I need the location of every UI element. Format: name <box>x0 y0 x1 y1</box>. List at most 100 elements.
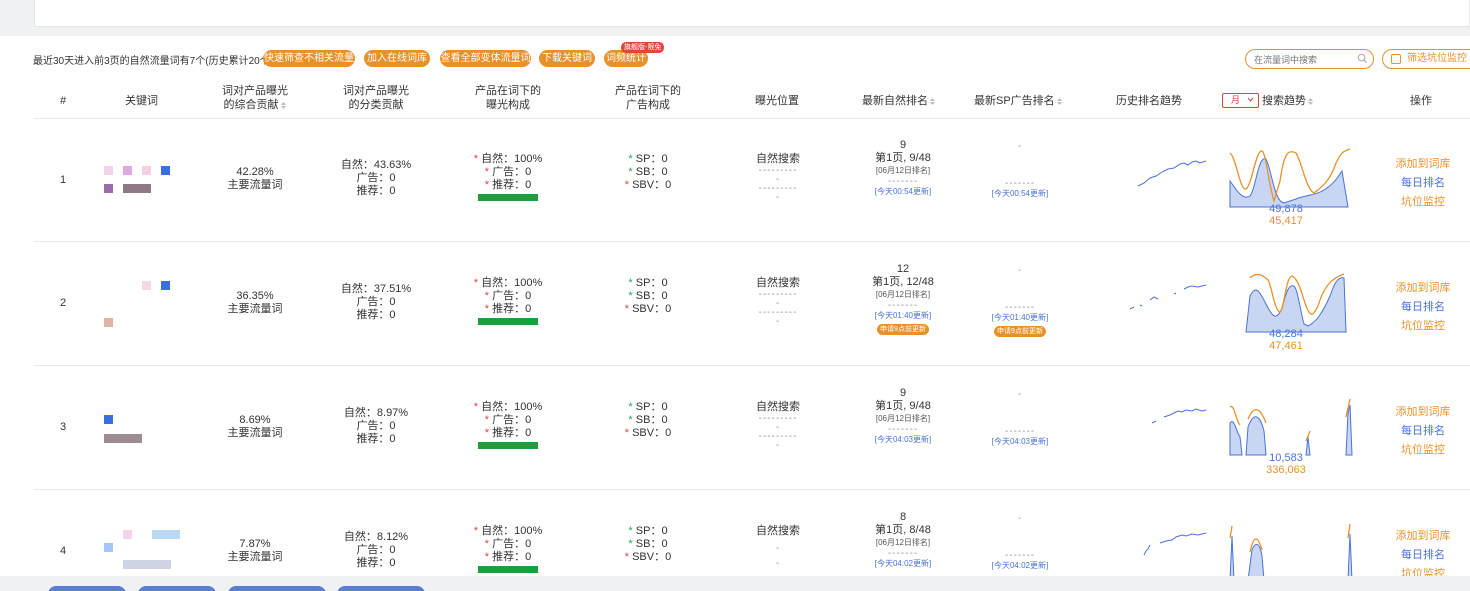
search-input[interactable] <box>1254 53 1354 66</box>
class-contrib: 自然：8.97% 广告：0 推荐：0 <box>326 407 426 446</box>
ad-sp: SP：0 <box>635 401 668 413</box>
view-variants-button[interactable]: 查看全部变体流量词 <box>440 50 531 67</box>
keyword-traffic-page: 最近30天进入前3页的自然流量词有7个(历史累计20个) 快速筛查不相关流量 加… <box>0 0 1470 591</box>
exp-natural: 自然：100% <box>481 401 543 413</box>
natural-rank: 9 第1页, 9/48 [06月12日排名] ------- [今天00:54更… <box>853 139 953 198</box>
add-library-button[interactable]: 加入在线词库 <box>364 50 430 67</box>
header-class-line2: 的分类贡献 <box>348 99 404 111</box>
period-select[interactable]: 月 <box>1222 93 1259 108</box>
add-to-library-link[interactable]: 添加到词库 <box>1390 155 1456 174</box>
exp-rec: 推荐：0 <box>492 427 532 439</box>
star-mark: * <box>624 427 630 439</box>
sp-rank: - ------- [今天04:03更新] <box>980 390 1060 448</box>
position-dash: - <box>775 316 781 327</box>
star-mark: * <box>628 538 633 550</box>
slot-monitor-link[interactable]: 坑位监控 <box>1390 193 1456 212</box>
exp-rec: 推荐：0 <box>492 179 532 191</box>
star-mark: * <box>484 414 490 426</box>
daily-rank-link[interactable]: 每日排名 <box>1390 546 1456 565</box>
trend-value-b: 47,461 <box>1269 340 1303 352</box>
blur-block <box>104 184 113 193</box>
keyword-thumbnail <box>100 164 170 208</box>
ad-sp: SP：0 <box>635 153 668 165</box>
bottom-action-button[interactable] <box>228 586 326 591</box>
header-trend-label: 搜索趋势 <box>1262 95 1306 107</box>
add-to-library-link[interactable]: 添加到词库 <box>1390 527 1456 546</box>
class-natural: 自然：43.63% <box>340 159 412 171</box>
rank-update: [今天04:03更新] <box>874 435 932 444</box>
exposure-position: 自然搜索 --------- - --------- - <box>738 153 818 203</box>
class-contrib: 自然：37.51% 广告：0 推荐：0 <box>326 283 426 322</box>
exp-ad: 广告：0 <box>492 290 532 302</box>
trend-values: 48,284 47,461 <box>1226 328 1346 352</box>
slot-monitor-link[interactable]: 坑位监控 <box>1390 317 1456 336</box>
star-mark: * <box>624 179 630 191</box>
period-value: 月 <box>1231 95 1241 105</box>
history-sparkline <box>1130 284 1207 310</box>
add-to-library-link[interactable]: 添加到词库 <box>1390 279 1456 298</box>
blur-block <box>104 415 113 424</box>
daily-rank-link[interactable]: 每日排名 <box>1390 174 1456 193</box>
exposure-position: 自然搜索 - - <box>738 525 818 569</box>
ad-sbv: SBV：0 <box>632 303 672 315</box>
rank-update: [今天01:40更新] <box>874 311 932 320</box>
exp-rec: 推荐：0 <box>492 303 532 315</box>
trend-value-b: 45,417 <box>1269 215 1303 227</box>
header-natural-rank[interactable]: 最新自然排名 <box>862 94 936 108</box>
ad-sb: SB：0 <box>635 538 668 550</box>
rank-dash: ------- <box>887 176 919 187</box>
class-contrib: 自然：8.12% 广告：0 推荐：0 <box>326 531 426 570</box>
header-total-line1: 词对产品曝光 <box>222 85 288 97</box>
add-to-library-link[interactable]: 添加到词库 <box>1390 403 1456 422</box>
bottom-action-button[interactable] <box>48 586 126 591</box>
header-search-trend[interactable]: 搜索趋势 <box>1262 94 1314 108</box>
star-mark: * <box>484 538 490 550</box>
apply-update-button[interactable]: 申请9点前更新 <box>877 324 929 335</box>
slot-monitor-link[interactable]: 坑位监控 <box>1390 441 1456 460</box>
rank-page: 第1页, 9/48 <box>875 152 931 164</box>
sp-dash: - <box>1017 513 1023 524</box>
blur-block <box>123 530 132 539</box>
sp-rank: - ------- [今天04:02更新] <box>980 514 1060 572</box>
filter-irrelevant-button[interactable]: 快速筛查不相关流量 <box>263 50 355 67</box>
star-mark: * <box>473 525 479 537</box>
blur-block <box>142 281 151 290</box>
daily-rank-link[interactable]: 每日排名 <box>1390 298 1456 317</box>
download-keywords-button[interactable]: 下载关键词 <box>539 50 595 67</box>
star-mark: * <box>473 277 479 289</box>
header-sp-rank[interactable]: 最新SP广告排名 <box>974 94 1063 108</box>
trend-value-b: 336,063 <box>1266 464 1306 476</box>
header-keyword: 关键词 <box>125 95 158 107</box>
star-mark: * <box>484 303 490 315</box>
sp-dash: - <box>1017 265 1023 276</box>
trend-value-a: 10,583 <box>1269 452 1303 464</box>
star-mark: * <box>624 303 630 315</box>
rank-dash: ------- <box>887 548 919 559</box>
chevron-down-icon <box>1247 97 1254 102</box>
total-contrib: 7.87% 主要流量词 <box>210 538 300 564</box>
trend-values: 10,583 336,063 <box>1226 452 1346 476</box>
exposure-comp: * 自然：100% * 广告：0 * 推荐：0 <box>458 401 558 449</box>
header-total-contrib[interactable]: 词对产品曝光 的综合贡献 <box>215 84 295 112</box>
bottom-action-button[interactable] <box>138 586 216 591</box>
blur-block <box>161 166 170 175</box>
keyword-search[interactable] <box>1245 49 1374 69</box>
sp-dash: ------- <box>1004 550 1036 561</box>
row-actions: 添加到词库 每日排名 坑位监控 <box>1390 403 1456 460</box>
header-divider <box>34 118 1470 119</box>
row-index: 3 <box>60 421 67 433</box>
header-exposure-line2: 曝光构成 <box>486 99 530 111</box>
bottom-toolbar <box>0 576 1470 591</box>
bottom-action-button[interactable] <box>337 586 425 591</box>
header-position: 曝光位置 <box>755 95 799 107</box>
trend-values: 49,878 45,417 <box>1226 203 1346 227</box>
rank-update: [今天00:54更新] <box>874 187 932 196</box>
class-ad: 广告：0 <box>356 172 396 184</box>
monitor-filter-checkbox[interactable]: 筛选坑位监控 <box>1382 49 1470 69</box>
rank-dash: ------- <box>887 424 919 435</box>
apply-update-button[interactable]: 申请9点前更新 <box>994 326 1046 337</box>
position-dash: - <box>775 192 781 203</box>
contrib-value: 42.28% <box>236 166 274 178</box>
daily-rank-link[interactable]: 每日排名 <box>1390 422 1456 441</box>
exposure-position: 自然搜索 --------- - --------- - <box>738 277 818 327</box>
